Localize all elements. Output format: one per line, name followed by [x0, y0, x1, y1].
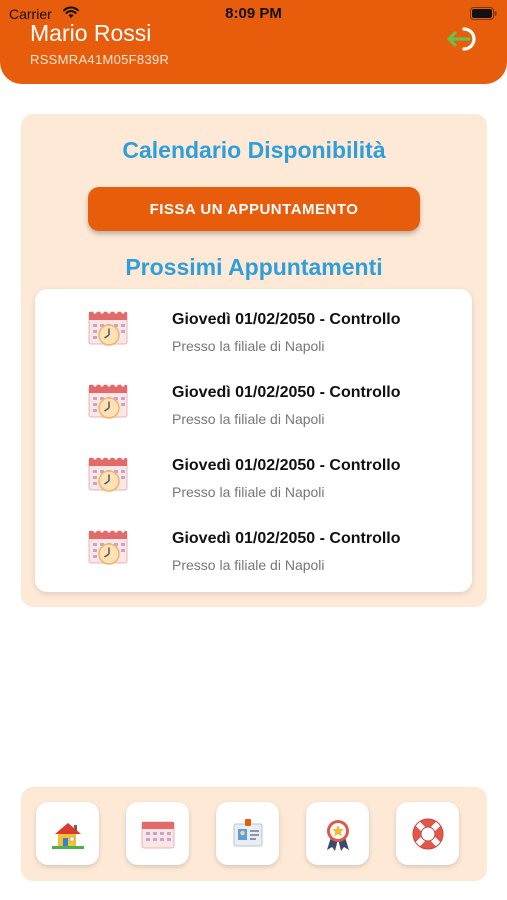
calendar-clock-icon — [88, 383, 128, 419]
list-item[interactable]: Giovedì 01/02/2050 - Controllo Presso la… — [35, 369, 472, 435]
home-icon — [51, 822, 84, 849]
calendar-icon — [141, 821, 174, 848]
id-badge-icon — [233, 818, 262, 846]
award-icon — [326, 819, 349, 851]
list-item[interactable]: Giovedì 01/02/2050 - Controllo Presso la… — [35, 515, 472, 581]
calendar-title: Calendario Disponibilità — [122, 137, 386, 163]
user-fiscal-code: RSSMRA41M05F839R — [30, 52, 170, 67]
calendar-clock-icon — [88, 310, 128, 346]
nav-id-card-button[interactable] — [216, 802, 279, 865]
app-header: Carrier 8:09 PM Mario Rossi RSSMRA41M05F… — [0, 0, 507, 84]
list-item[interactable]: Giovedì 01/02/2050 - Controllo Presso la… — [35, 296, 472, 362]
bottom-nav — [21, 787, 487, 881]
calendar-clock-icon — [88, 529, 128, 565]
user-name: Mario Rossi — [30, 20, 152, 46]
nav-calendar-button[interactable] — [126, 802, 189, 865]
list-item[interactable]: Giovedì 01/02/2050 - Controllo Presso la… — [35, 442, 472, 508]
nav-awards-button[interactable] — [306, 802, 369, 865]
nav-help-button[interactable] — [396, 802, 459, 865]
appointment-title: Giovedì 01/02/2050 - Controllo — [172, 384, 401, 401]
battery-icon — [470, 7, 497, 20]
appointment-location: Presso la filiale di Napoli — [172, 484, 325, 500]
lifebuoy-icon — [412, 818, 443, 849]
appointment-title: Giovedì 01/02/2050 - Controllo — [172, 457, 401, 474]
appointment-title: Giovedì 01/02/2050 - Controllo — [172, 311, 401, 328]
calendar-clock-icon — [88, 456, 128, 492]
logout-icon[interactable] — [445, 24, 485, 54]
appointment-title: Giovedì 01/02/2050 - Controllo — [172, 530, 401, 547]
appointment-location: Presso la filiale di Napoli — [172, 557, 325, 573]
appointments-title: Prossimi Appuntamenti — [125, 254, 383, 280]
book-appointment-button[interactable]: FISSA UN APPUNTAMENTO — [88, 187, 420, 231]
appointment-location: Presso la filiale di Napoli — [172, 338, 325, 354]
appointment-location: Presso la filiale di Napoli — [172, 411, 325, 427]
appointments-list: Giovedì 01/02/2050 - Controllo Presso la… — [35, 289, 472, 592]
availability-card: Calendario Disponibilità FISSA UN APPUNT… — [21, 114, 487, 607]
nav-home-button[interactable] — [36, 802, 99, 865]
